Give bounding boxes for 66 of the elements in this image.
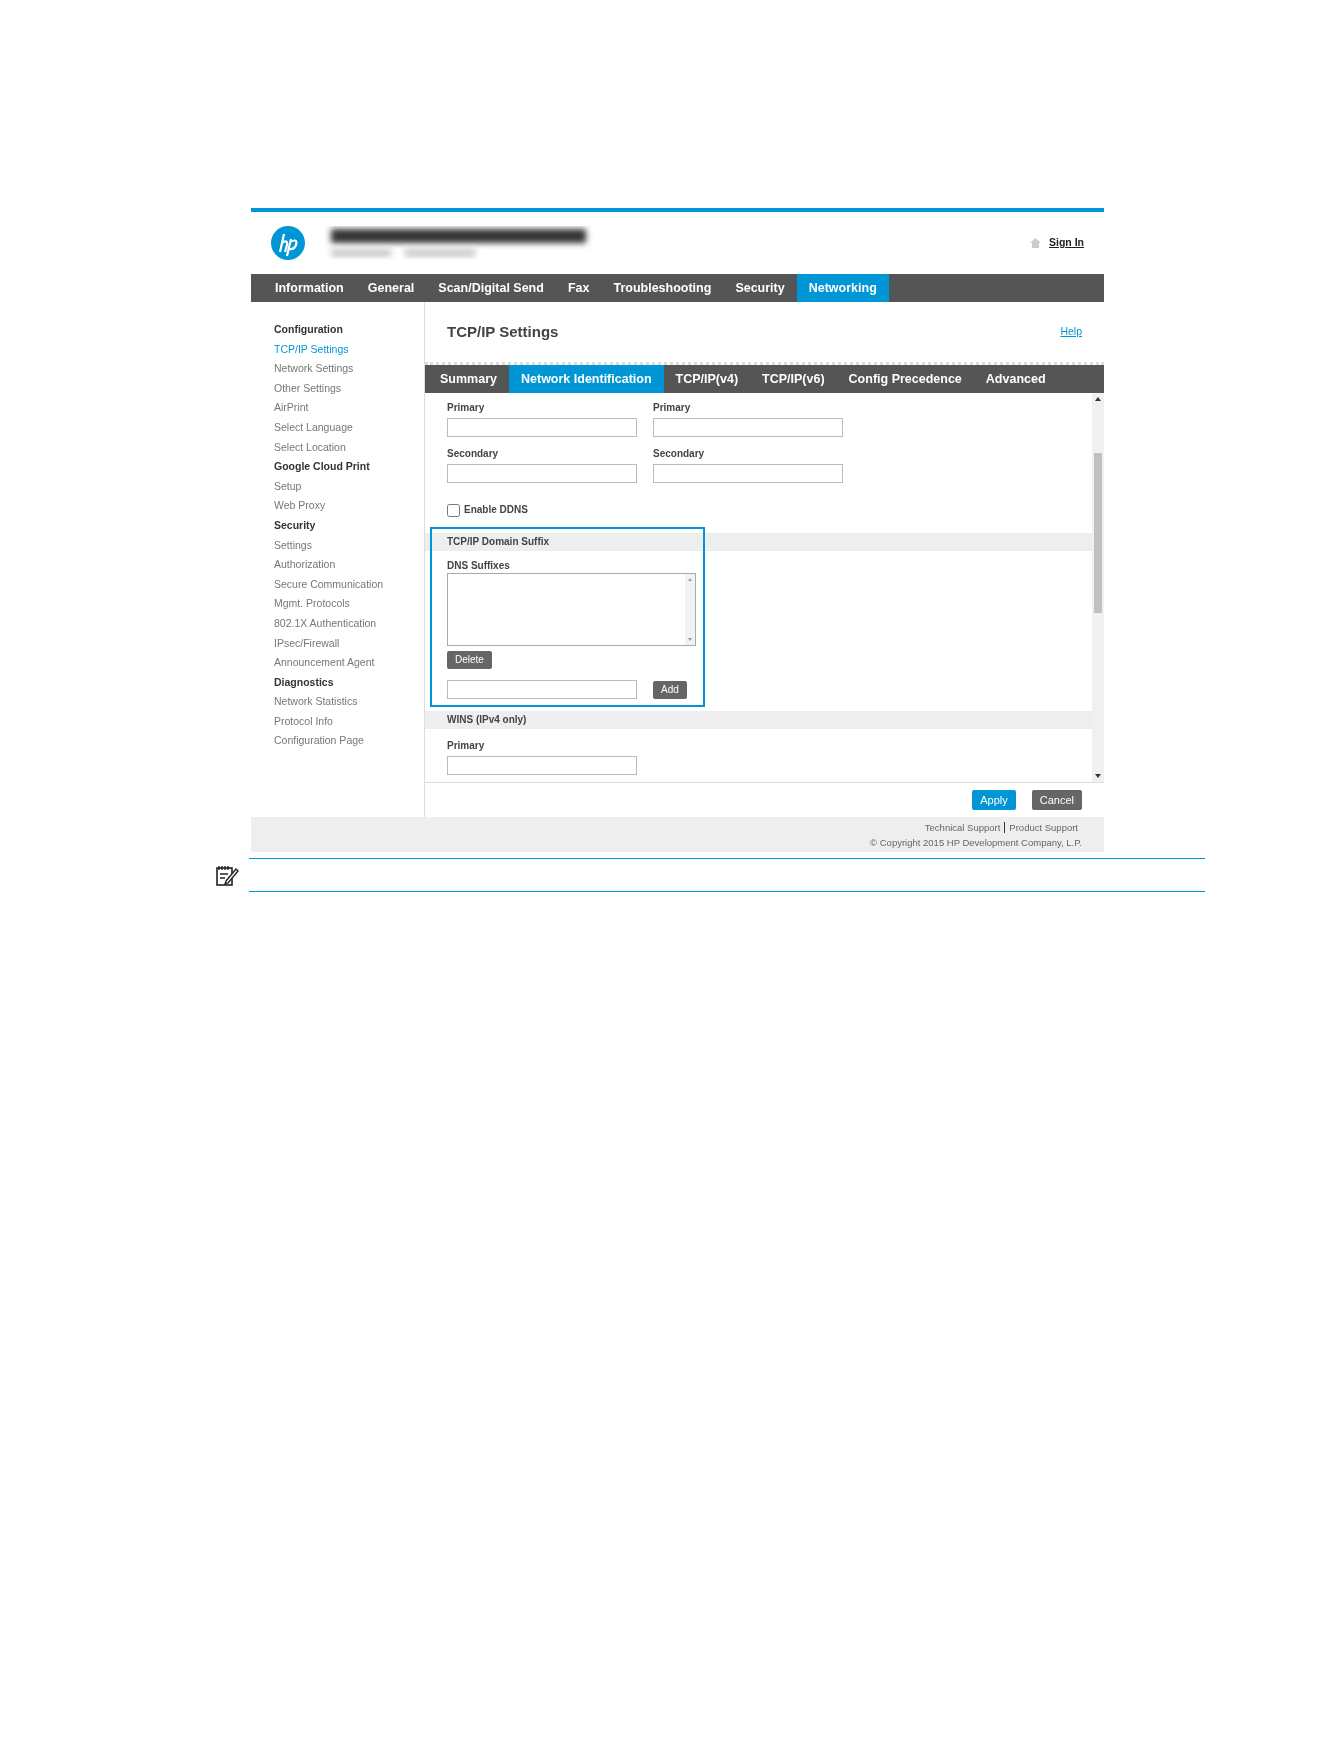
nav-tab[interactable]: General (355, 274, 427, 302)
list-box[interactable] (447, 573, 696, 646)
sub-tab[interactable]: Summary (428, 365, 509, 393)
scrollbar-drawing (685, 574, 695, 645)
sidebar-heading: Diagnostics (274, 674, 335, 690)
note-icon (215, 863, 239, 887)
apply-button[interactable]: Apply (972, 790, 1016, 810)
section-heading: WINS (IPv4 only) (425, 711, 1092, 729)
sidebar-link[interactable]: Network Settings (274, 359, 424, 379)
footer-link[interactable]: Technical Support (920, 822, 1005, 833)
field-label: Primary (447, 739, 486, 753)
nav-tab[interactable]: Scan/Digital Send (426, 274, 556, 302)
field-label: Primary (447, 401, 486, 415)
nav-tab[interactable]: Information (263, 274, 356, 302)
field-label: DNS Suffixes (447, 559, 511, 573)
input-field[interactable] (447, 463, 637, 483)
sidebar-link[interactable]: TCP/IP Settings (274, 339, 424, 360)
page-title: TCP/IP Settings (447, 321, 559, 342)
sidebar-link[interactable]: Configuration Page (274, 731, 424, 752)
sidebar-heading: Google Cloud Print (274, 459, 371, 475)
logo-icon (271, 226, 305, 260)
sub-tab[interactable]: Network Identification (509, 365, 664, 393)
sidebar-heading: Configuration (274, 322, 344, 337)
checkbox[interactable] (447, 503, 460, 517)
sidebar-link[interactable]: Protocol Info (274, 711, 424, 732)
sub-tab[interactable]: Advanced (973, 365, 1058, 393)
nav-tab[interactable]: Networking (796, 274, 889, 302)
sidebar-link[interactable]: Network Statistics (274, 692, 424, 712)
sidebar-link[interactable]: Other Settings (274, 378, 424, 399)
checkbox-label: Enable DDNS (464, 503, 528, 517)
sub-tab[interactable]: Config Precedence (836, 365, 974, 393)
sub-tab[interactable]: TCP/IP(v4) (663, 365, 751, 393)
sign-in-link[interactable]: Sign In (1049, 235, 1084, 251)
input-field[interactable] (447, 417, 637, 437)
section-heading: TCP/IP Domain Suffix (425, 533, 1092, 551)
field-label: Primary (653, 401, 692, 415)
input-field[interactable] (653, 417, 843, 437)
nav-tab[interactable]: Security (723, 274, 797, 302)
input-field[interactable] (447, 755, 637, 775)
sub-tab[interactable]: TCP/IP(v6) (750, 365, 837, 393)
sidebar-link[interactable]: Announcement Agent (274, 653, 424, 673)
help-link[interactable]: Help (1060, 324, 1082, 340)
field-label: Secondary (653, 447, 706, 461)
home-icon[interactable] (1030, 238, 1041, 248)
add-button[interactable]: Add (653, 680, 687, 699)
sidebar-link[interactable]: 802.1X Authentication (274, 613, 424, 634)
input-field[interactable] (653, 463, 843, 483)
nav-tab[interactable]: Troubleshooting (601, 274, 724, 302)
input-field[interactable] (447, 680, 637, 699)
nav-tab[interactable]: Fax (555, 274, 602, 302)
sidebar-link[interactable]: IPsec/Firewall (274, 633, 424, 654)
sidebar-link[interactable]: Web Proxy (274, 496, 424, 516)
field-label: Secondary (447, 447, 500, 461)
sidebar-link[interactable]: Select Location (274, 437, 424, 458)
sidebar-link[interactable]: Settings (274, 535, 424, 556)
sidebar-link[interactable]: Mgmt. Protocols (274, 594, 424, 614)
delete-button[interactable]: Delete (447, 650, 492, 669)
copyright-text: © Copyright 2015 HP Development Company, L.P. (869, 836, 1082, 850)
sidebar-link[interactable]: Authorization (274, 555, 424, 575)
sidebar-link[interactable]: Setup (274, 476, 424, 497)
sidebar-link[interactable]: AirPrint (274, 398, 424, 418)
sidebar-heading: Security (274, 517, 317, 533)
sidebar-link[interactable]: Select Language (274, 417, 424, 438)
sidebar-link[interactable]: Secure Communication (274, 574, 424, 595)
cancel-button[interactable]: Cancel (1031, 790, 1082, 810)
footer-link[interactable]: Product Support (1004, 822, 1082, 833)
